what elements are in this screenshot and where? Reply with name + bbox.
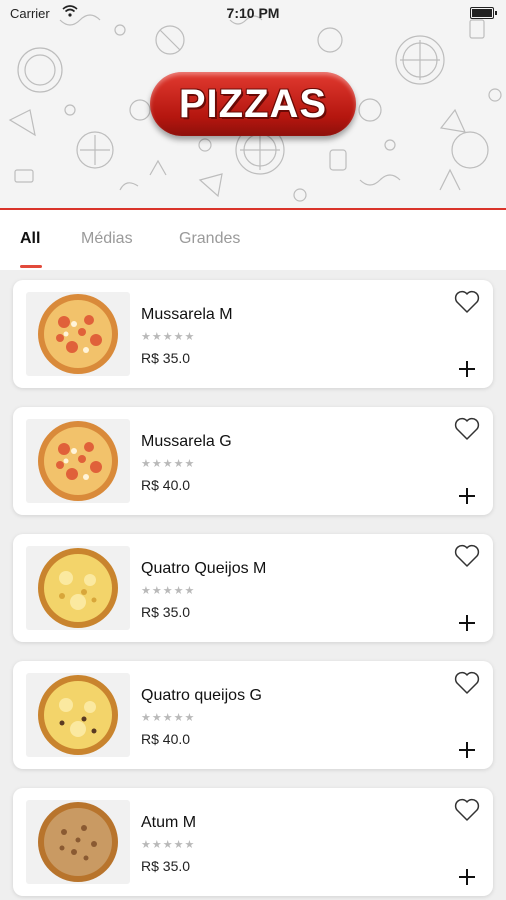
pizza-quatro-queijos-image — [38, 675, 118, 755]
favorite-heart-icon[interactable] — [454, 798, 480, 822]
product-name: Mussarela M — [141, 306, 233, 323]
product-name: Atum M — [141, 814, 197, 831]
add-to-cart-plus-icon[interactable] — [458, 868, 476, 886]
product-card[interactable]: Mussarela M ★★★★★ R$ 35.0 — [13, 280, 493, 388]
favorite-heart-icon[interactable] — [454, 544, 480, 568]
product-image — [26, 546, 130, 630]
product-price: R$ 35.0 — [141, 858, 191, 874]
tab-grandes[interactable]: Grandes — [179, 230, 240, 248]
tab-medias[interactable]: Médias — [81, 230, 133, 248]
product-price: R$ 35.0 — [141, 604, 191, 620]
add-to-cart-plus-icon[interactable] — [458, 614, 476, 632]
product-price: R$ 40.0 — [141, 731, 191, 747]
rating-stars: ★★★★★ — [141, 712, 196, 724]
status-time: 7:10 PM — [226, 5, 280, 21]
add-to-cart-plus-icon[interactable] — [458, 741, 476, 759]
brand-logo: PIZZAS — [150, 72, 356, 136]
product-image — [26, 800, 130, 884]
product-card[interactable]: Quatro queijos G ★★★★★ R$ 40.0 — [13, 661, 493, 769]
tab-all[interactable]: All — [20, 230, 40, 248]
brand-logo-text: PIZZAS — [178, 81, 328, 126]
favorite-heart-icon[interactable] — [454, 671, 480, 695]
rating-stars: ★★★★★ — [141, 331, 196, 343]
product-card[interactable]: Mussarela G ★★★★★ R$ 40.0 — [13, 407, 493, 515]
product-image — [26, 292, 130, 376]
product-image — [26, 673, 130, 757]
product-price: R$ 35.0 — [141, 350, 191, 366]
rating-stars: ★★★★★ — [141, 458, 196, 470]
category-tabs: All Médias Grandes — [0, 210, 506, 270]
add-to-cart-plus-icon[interactable] — [458, 487, 476, 505]
product-name: Mussarela G — [141, 433, 232, 450]
product-name: Quatro Queijos M — [141, 560, 267, 577]
active-tab-indicator — [20, 265, 42, 268]
product-card[interactable]: Atum M ★★★★★ R$ 35.0 — [13, 788, 493, 896]
header-banner: Carrier 7:10 PM PIZZAS — [0, 0, 506, 210]
pizza-atum-image — [38, 802, 118, 882]
favorite-heart-icon[interactable] — [454, 417, 480, 441]
favorite-heart-icon[interactable] — [454, 290, 480, 314]
rating-stars: ★★★★★ — [141, 585, 196, 597]
product-card[interactable]: Quatro Queijos M ★★★★★ R$ 35.0 — [13, 534, 493, 642]
product-price: R$ 40.0 — [141, 477, 191, 493]
pizza-mussarela-image — [38, 294, 118, 374]
add-to-cart-plus-icon[interactable] — [458, 360, 476, 378]
pizza-quatro-queijos-image — [38, 548, 118, 628]
status-bar: Carrier 7:10 PM — [0, 0, 506, 26]
pizza-mussarela-image — [38, 421, 118, 501]
product-image — [26, 419, 130, 503]
product-name: Quatro queijos G — [141, 687, 262, 704]
battery-icon — [470, 7, 497, 19]
rating-stars: ★★★★★ — [141, 839, 196, 851]
